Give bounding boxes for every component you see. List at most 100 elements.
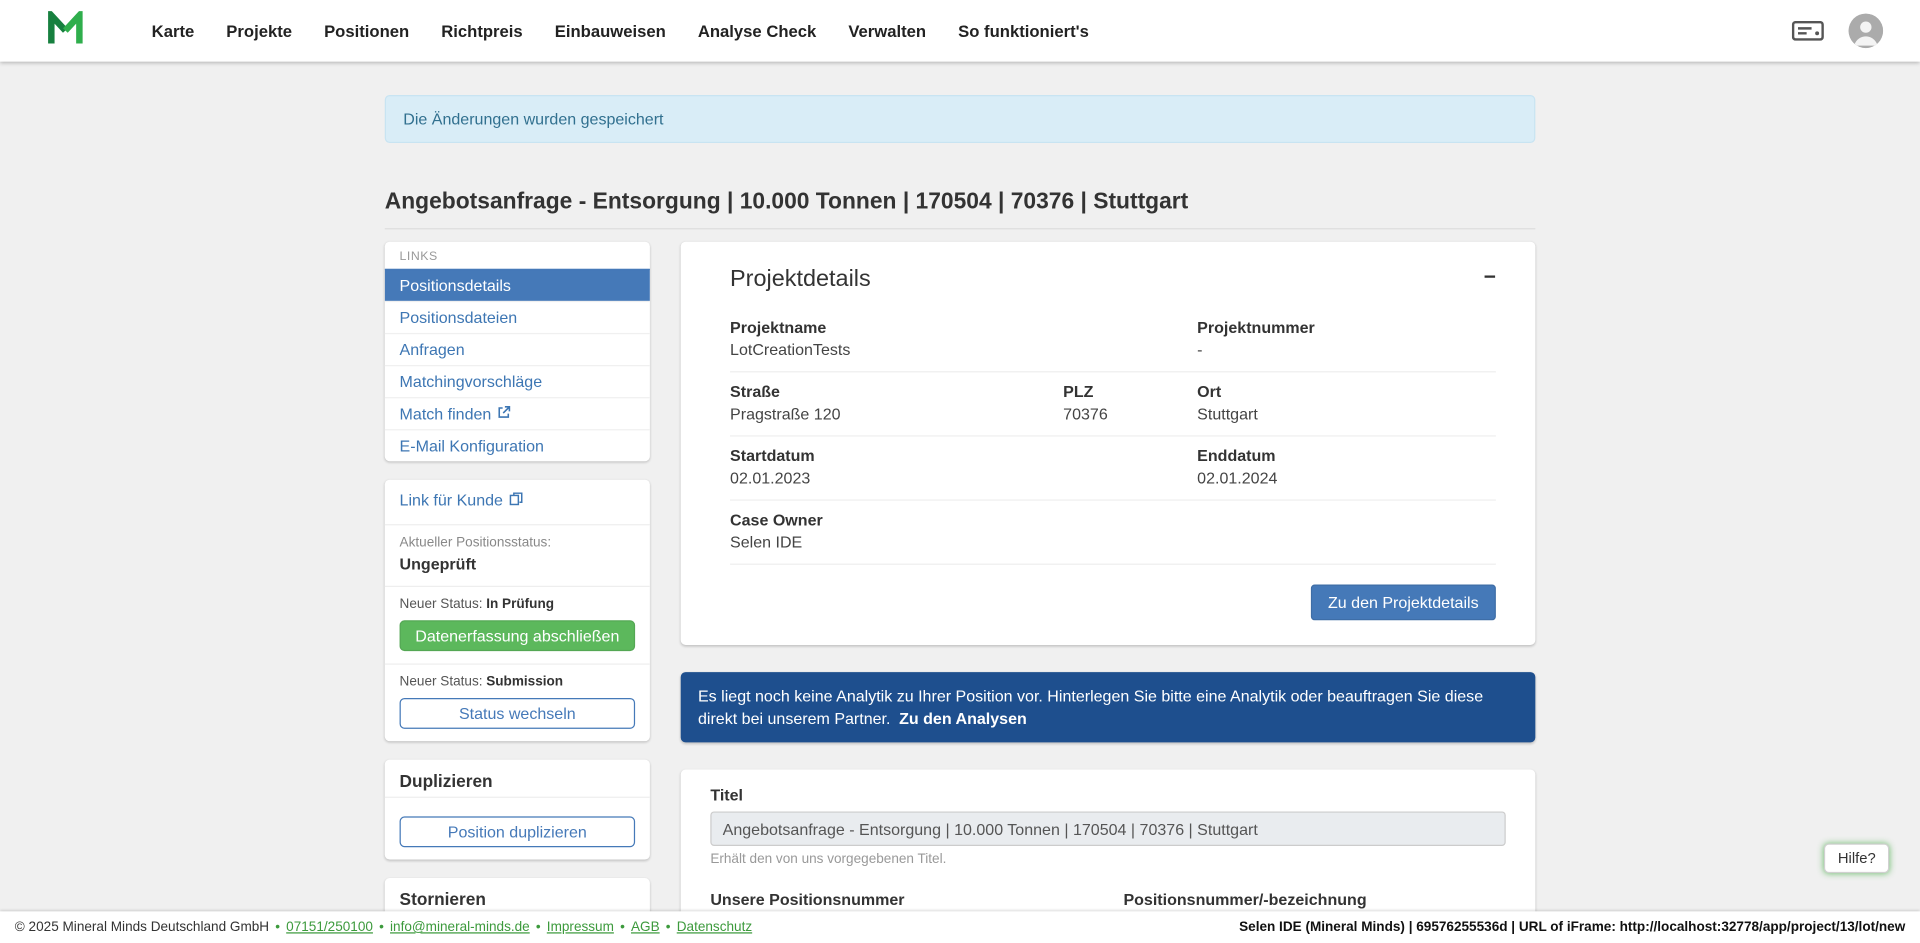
field-label: Startdatum (730, 446, 1063, 464)
sidebar-links-card: LINKS Positionsdetails Positionsdateien … (385, 242, 650, 462)
footer-email-link[interactable]: info@mineral-minds.de (390, 920, 530, 935)
app-root: Karte Projekte Positionen Richtpreis Ein… (0, 0, 1920, 943)
external-link-icon (498, 404, 512, 422)
titel-label: Titel (710, 786, 1505, 804)
our-position-number-label: Unsere Positionsnummer (710, 890, 1092, 908)
duplicate-card: Duplizieren Position duplizieren (385, 760, 650, 860)
nav-item-positionen[interactable]: Positionen (308, 14, 425, 47)
title-divider (385, 228, 1536, 229)
nav-item-richtpreis[interactable]: Richtpreis (425, 14, 538, 47)
footer-separator: • (620, 920, 625, 935)
main-content: Projektdetails − Projektname LotCreation… (681, 242, 1536, 943)
sidebar-item-matchingvorschlaege[interactable]: Matchingvorschläge (385, 365, 650, 397)
titel-help: Erhält den von uns vorgegebenen Titel. (710, 852, 1505, 867)
sidebar: LINKS Positionsdetails Positionsdateien … (385, 242, 650, 943)
project-row-address: Straße Pragstraße 120 PLZ 70376 Ort Stut… (730, 372, 1496, 436)
field-value: 02.01.2023 (730, 469, 1063, 487)
field-label: Straße (730, 382, 1063, 400)
changes-saved-alert: Die Änderungen wurden gespeichert (385, 95, 1536, 143)
footer-separator: • (666, 920, 671, 935)
nav-item-projekte[interactable]: Projekte (210, 14, 308, 47)
field-value: - (1197, 340, 1496, 358)
complete-data-entry-button[interactable]: Datenerfassung abschließen (400, 620, 636, 651)
field-label: Projektnummer (1197, 318, 1496, 336)
custom-position-number-label: Positionsnummer/-bezeichnung (1123, 890, 1505, 908)
field-strasse: Straße Pragstraße 120 (730, 382, 1063, 423)
server-panel-icon[interactable] (1792, 21, 1824, 41)
sidebar-item-anfragen[interactable]: Anfragen (385, 333, 650, 365)
switch-status-button[interactable]: Status wechseln (400, 698, 636, 729)
nav-item-verwalten[interactable]: Verwalten (832, 14, 942, 47)
field-value: Pragstraße 120 (730, 404, 1063, 422)
project-details-card: Projektdetails − Projektname LotCreation… (681, 242, 1536, 645)
project-details-title: Projektdetails (730, 266, 871, 293)
field-value: Selen IDE (730, 533, 1063, 551)
field-value: LotCreationTests (730, 340, 1063, 358)
footer-agb-link[interactable]: AGB (631, 920, 660, 935)
brand-logo[interactable] (47, 10, 84, 51)
page-title: Angebotsanfrage - Entsorgung | 10.000 To… (385, 187, 1536, 214)
field-enddatum: Enddatum 02.01.2024 (1197, 446, 1496, 487)
field-value: 70376 (1063, 404, 1197, 422)
field-case-owner: Case Owner Selen IDE (730, 511, 1063, 552)
collapse-button[interactable]: − (1484, 266, 1496, 287)
footer: © 2025 Mineral Minds Deutschland GmbH • … (0, 911, 1920, 943)
field-label: Case Owner (730, 511, 1063, 529)
project-row-owner: Case Owner Selen IDE (730, 501, 1496, 565)
help-button[interactable]: Hilfe? (1824, 844, 1889, 874)
field-label: PLZ (1063, 382, 1197, 400)
footer-impressum-link[interactable]: Impressum (547, 920, 614, 935)
duplicate-section: Position duplizieren (385, 797, 650, 860)
footer-phone-link[interactable]: 07151/250100 (286, 920, 373, 935)
project-row-dates: Startdatum 02.01.2023 Enddatum 02.01.202… (730, 437, 1496, 501)
project-row-name: Projektname LotCreationTests Projektnumm… (730, 308, 1496, 372)
field-label: Ort (1197, 382, 1496, 400)
sidebar-item-email-konfiguration[interactable]: E-Mail Konfiguration (385, 429, 650, 461)
links-header: LINKS (385, 242, 650, 269)
cancel-title: Stornieren (385, 878, 650, 915)
footer-left: © 2025 Mineral Minds Deutschland GmbH • … (15, 920, 752, 935)
customer-link-label: Link für Kunde (400, 491, 503, 509)
match-finden-label: Match finden (400, 404, 492, 422)
next-status-pruefung-section: Neuer Status:In Prüfung Datenerfassung a… (385, 586, 650, 664)
current-status-section: Aktueller Positionsstatus: Ungeprüft (385, 524, 650, 586)
project-details-header: Projektdetails − (730, 266, 1496, 293)
status-card: Link für Kunde Aktueller Positionsstatus… (385, 480, 650, 741)
content-row: LINKS Positionsdetails Positionsdateien … (385, 242, 1536, 943)
navbar-right (1792, 14, 1883, 49)
field-label: Projektname (730, 318, 1063, 336)
sidebar-item-match-finden[interactable]: Match finden (385, 397, 650, 429)
field-projektnummer: Projektnummer - (1197, 318, 1496, 359)
next-status-label: Neuer Status: (400, 675, 483, 690)
analytics-banner: Es liegt noch keine Analytik zu Ihrer Po… (681, 672, 1536, 742)
goto-project-details-button[interactable]: Zu den Projektdetails (1311, 585, 1496, 621)
sidebar-item-positionsdateien[interactable]: Positionsdateien (385, 301, 650, 333)
user-avatar-icon[interactable] (1849, 14, 1884, 49)
goto-analyses-link[interactable]: Zu den Analysen (899, 709, 1027, 727)
analytics-banner-text: Es liegt noch keine Analytik zu Ihrer Po… (698, 687, 1483, 727)
customer-link[interactable]: Link für Kunde (400, 491, 523, 509)
nav-item-einbauweisen[interactable]: Einbauweisen (539, 14, 682, 47)
next-status-label: Neuer Status: (400, 597, 483, 612)
nav-item-analyse-check[interactable]: Analyse Check (682, 14, 833, 47)
next-status-pruefung: Neuer Status:In Prüfung (400, 597, 636, 612)
next-status-value: In Prüfung (486, 597, 554, 612)
copy-icon (509, 491, 523, 509)
field-projektname: Projektname LotCreationTests (730, 318, 1063, 359)
customer-link-section: Link für Kunde (385, 480, 650, 524)
current-status-value: Ungeprüft (400, 555, 636, 573)
mineral-minds-logo-icon (47, 10, 84, 51)
next-status-submission-section: Neuer Status:Submission Status wechseln (385, 663, 650, 741)
duplicate-position-button[interactable]: Position duplizieren (400, 816, 636, 847)
duplicate-title: Duplizieren (385, 760, 650, 797)
field-value: 02.01.2024 (1197, 469, 1496, 487)
nav-item-karte[interactable]: Karte (136, 14, 211, 47)
nav-item-so-funktionierts[interactable]: So funktioniert's (942, 14, 1105, 47)
next-status-value: Submission (486, 675, 563, 690)
navbar: Karte Projekte Positionen Richtpreis Ein… (0, 0, 1920, 62)
footer-datenschutz-link[interactable]: Datenschutz (677, 920, 752, 935)
titel-input[interactable] (710, 812, 1505, 847)
sidebar-item-positionsdetails[interactable]: Positionsdetails (385, 269, 650, 301)
footer-separator: • (275, 920, 280, 935)
project-details-actions: Zu den Projektdetails (730, 585, 1496, 621)
